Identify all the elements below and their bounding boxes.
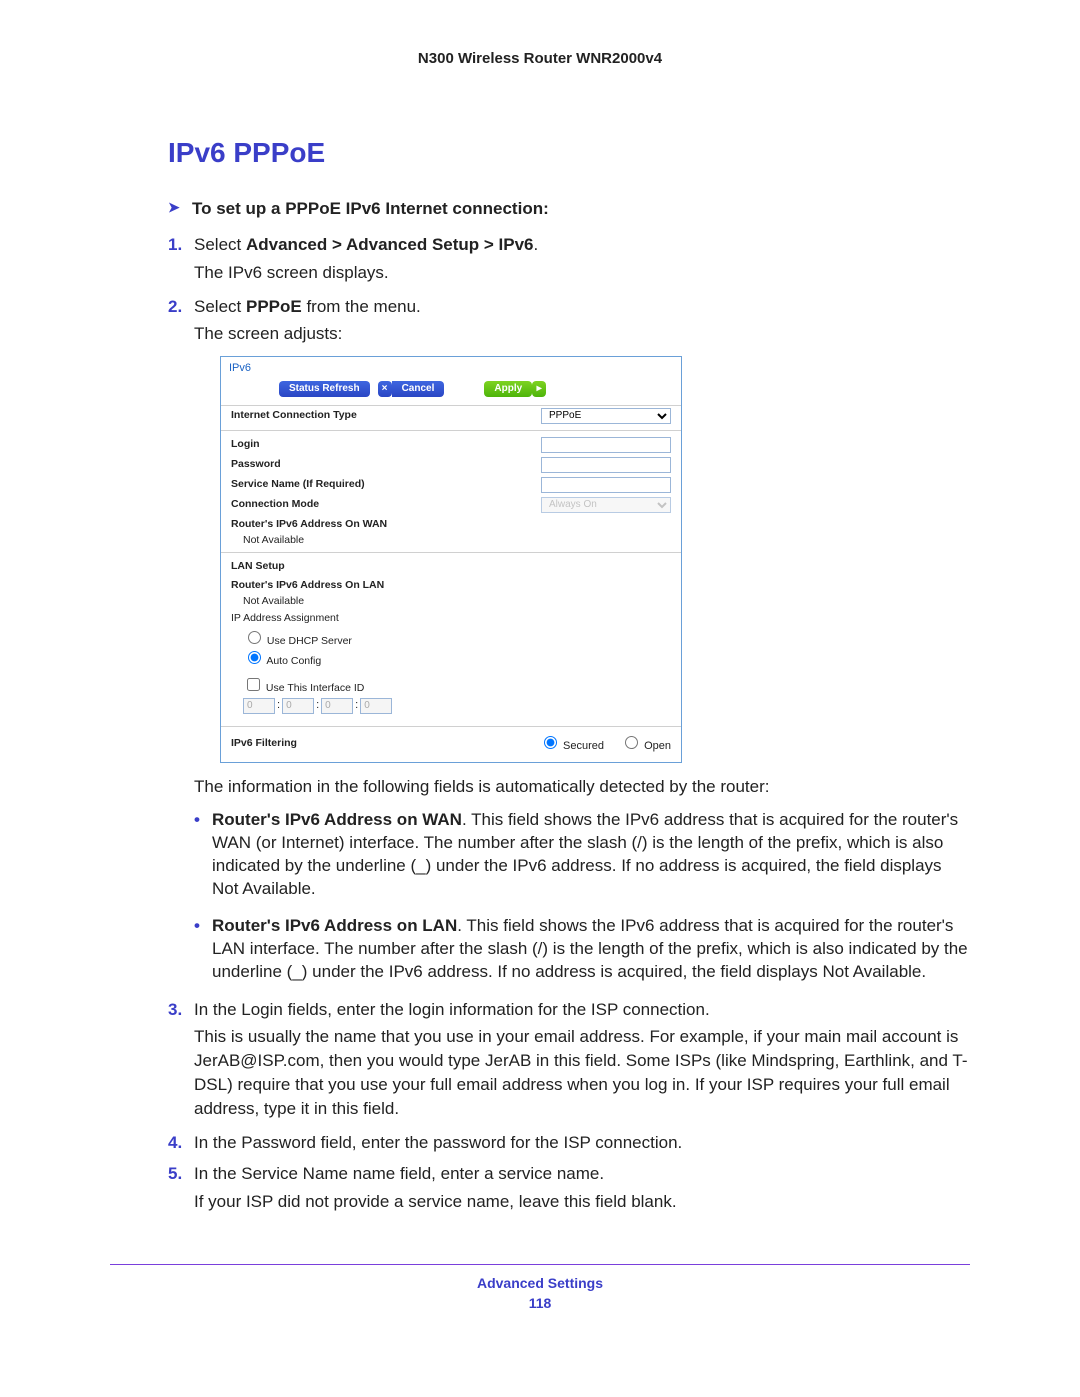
input-password[interactable] <box>541 457 671 473</box>
status-refresh-button[interactable]: Status Refresh <box>279 381 370 397</box>
row-filtering: IPv6 Filtering Secured Open <box>221 731 681 762</box>
step-number: 4. <box>168 1131 182 1155</box>
iid-3[interactable] <box>360 698 392 714</box>
input-login[interactable] <box>541 437 671 453</box>
screenshot-tab-label: IPv6 <box>221 357 681 376</box>
label-password: Password <box>231 457 281 472</box>
iid-2[interactable] <box>321 698 353 714</box>
label-conn-type: Internet Connection Type <box>231 408 357 423</box>
label-lan-addr: Router's IPv6 Address On LAN <box>231 578 384 593</box>
row-service: Service Name (If Required) <box>221 475 681 495</box>
step-3-sub: This is usually the name that you use in… <box>194 1025 970 1120</box>
step-1: 1. Select Advanced > Advanced Setup > IP… <box>168 233 970 285</box>
checkbox-use-iid[interactable]: Use This Interface ID <box>243 682 364 694</box>
select-conn-type[interactable]: PPPoE <box>541 408 671 424</box>
manual-page: N300 Wireless Router WNR2000v4 IPv6 PPPo… <box>0 0 1080 1351</box>
lan-addr-value: Not Available <box>221 594 681 609</box>
step-2-text-pre: Select <box>194 297 246 316</box>
label-filtering: IPv6 Filtering <box>231 736 297 751</box>
label-wan-addr: Router's IPv6 Address On WAN <box>231 517 387 532</box>
row-conn-type: Internet Connection Type PPPoE <box>221 406 681 426</box>
screenshot-button-row: Status Refresh × Cancel Apply ▸ <box>221 377 681 403</box>
iid-fields: : : : <box>221 696 681 722</box>
cancel-x-icon[interactable]: × <box>378 381 392 397</box>
row-lan-addr: Router's IPv6 Address On LAN <box>221 576 681 595</box>
step-5-text: In the Service Name name field, enter a … <box>194 1164 604 1183</box>
step-1-bold: Advanced > Advanced Setup > IPv6 <box>246 235 534 254</box>
step-2-bold: PPPoE <box>246 297 302 316</box>
step-2: 2. Select PPPoE from the menu. The scree… <box>168 295 970 984</box>
wan-addr-value: Not Available <box>221 533 681 548</box>
step-1-sub: The IPv6 screen displays. <box>194 261 970 285</box>
label-conn-mode: Connection Mode <box>231 497 319 512</box>
step-5-sub: If your ISP did not provide a service na… <box>194 1190 970 1214</box>
radio-dhcp[interactable]: Use DHCP Server <box>243 635 352 647</box>
radio-auto-row: Auto Config <box>221 648 681 669</box>
cancel-button[interactable]: Cancel <box>392 381 445 397</box>
detected-bullets: Router's IPv6 Address on WAN. This field… <box>194 809 970 984</box>
router-screenshot: IPv6 Status Refresh × Cancel Apply ▸ Int… <box>220 356 682 763</box>
radio-auto[interactable]: Auto Config <box>243 655 321 667</box>
label-login: Login <box>231 437 260 452</box>
step-1-text-post: . <box>534 235 539 254</box>
step-number: 5. <box>168 1162 182 1186</box>
step-5: 5. In the Service Name name field, enter… <box>168 1162 970 1214</box>
step-3-text: In the Login fields, enter the login inf… <box>194 1000 710 1019</box>
page-footer: Advanced Settings 118 <box>110 1264 970 1311</box>
label-ip-assign: IP Address Assignment <box>231 611 339 626</box>
footer-title: Advanced Settings <box>110 1275 970 1291</box>
product-header: N300 Wireless Router WNR2000v4 <box>110 50 970 67</box>
input-service[interactable] <box>541 477 671 493</box>
step-4: 4. In the Password field, enter the pass… <box>168 1131 970 1155</box>
footer-page-number: 118 <box>110 1295 970 1311</box>
apply-button[interactable]: Apply <box>484 381 532 397</box>
row-ip-assign: IP Address Assignment <box>221 609 681 628</box>
procedure-lead: To set up a PPPoE IPv6 Internet connecti… <box>168 199 970 219</box>
step-number: 2. <box>168 295 182 319</box>
row-wan-addr: Router's IPv6 Address On WAN <box>221 515 681 534</box>
select-conn-mode: Always On <box>541 497 671 513</box>
row-lan-setup: LAN Setup <box>221 557 681 576</box>
step-number: 1. <box>168 233 182 257</box>
row-login: Login <box>221 435 681 455</box>
iid-0[interactable] <box>243 698 275 714</box>
label-lan-setup: LAN Setup <box>231 559 285 574</box>
radio-secured[interactable]: Secured <box>539 733 604 754</box>
step-number: 3. <box>168 998 182 1022</box>
label-service: Service Name (If Required) <box>231 477 365 492</box>
detected-intro: The information in the following fields … <box>194 775 970 799</box>
step-2-sub: The screen adjusts: <box>194 322 970 346</box>
row-conn-mode: Connection Mode Always On <box>221 495 681 515</box>
iid-1[interactable] <box>282 698 314 714</box>
bullet-lan: Router's IPv6 Address on LAN. This field… <box>194 915 970 984</box>
step-1-text-pre: Select <box>194 235 246 254</box>
apply-arrow-icon[interactable]: ▸ <box>532 381 546 397</box>
step-4-text: In the Password field, enter the passwor… <box>194 1133 682 1152</box>
bullet-wan: Router's IPv6 Address on WAN. This field… <box>194 809 970 901</box>
use-iid-row: Use This Interface ID <box>221 675 681 696</box>
step-2-text-post: from the menu. <box>302 297 421 316</box>
section-heading: IPv6 PPPoE <box>168 137 970 169</box>
radio-open[interactable]: Open <box>620 733 671 754</box>
step-3: 3. In the Login fields, enter the login … <box>168 998 970 1121</box>
row-password: Password <box>221 455 681 475</box>
radio-dhcp-row: Use DHCP Server <box>221 628 681 649</box>
steps-list: 1. Select Advanced > Advanced Setup > IP… <box>168 233 970 1214</box>
